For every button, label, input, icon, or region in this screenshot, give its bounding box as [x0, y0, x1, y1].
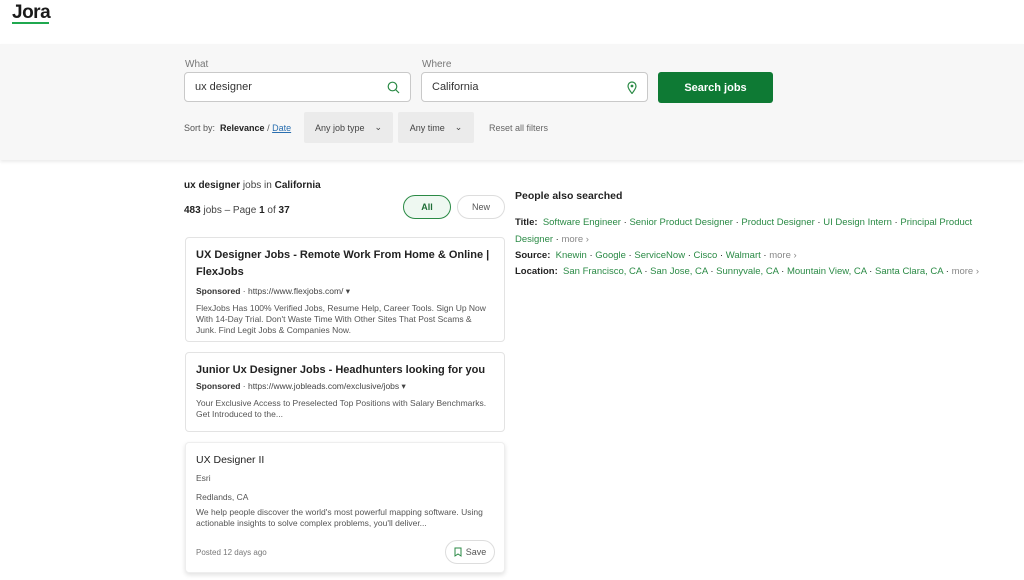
job-type-dropdown[interactable]: Any job type ⌄ [304, 112, 393, 143]
title-link[interactable]: Senior Product Designer [629, 217, 733, 228]
tab-new[interactable]: New [457, 195, 505, 219]
job-type-value: Any job type [314, 122, 365, 133]
job-title[interactable]: UX Designer II [196, 454, 494, 466]
ad-description: FlexJobs Has 100% Verified Jobs, Resume … [196, 303, 486, 335]
more-link[interactable]: more › [769, 250, 796, 261]
where-label: Where [422, 59, 452, 70]
source-link[interactable]: Knewin [556, 250, 587, 261]
search-icon[interactable] [387, 81, 400, 94]
time-value: Any time [409, 122, 445, 133]
sort-separator: / [267, 123, 270, 133]
bookmark-icon [454, 547, 462, 557]
sponsored-card[interactable]: Junior Ux Designer Jobs - Headhunters lo… [185, 352, 505, 432]
job-location: Redlands, CA [196, 492, 249, 502]
location-link[interactable]: Mountain View, CA [787, 266, 867, 277]
sort-date-link[interactable]: Date [272, 123, 291, 133]
where-input[interactable]: California [421, 72, 648, 102]
location-link[interactable]: Sunnyvale, CA [716, 266, 778, 277]
ad-url[interactable]: https://www.flexjobs.com/ [248, 286, 343, 296]
source-link[interactable]: Walmart [726, 250, 761, 261]
sponsored-card[interactable]: UX Designer Jobs - Remote Work From Home… [185, 237, 505, 342]
also-location-row: Location: San Francisco, CA · San Jose, … [515, 266, 980, 277]
job-company: Esri [196, 473, 211, 483]
ad-url[interactable]: https://www.jobleads.com/exclusive/jobs [248, 381, 399, 391]
ad-title[interactable]: UX Designer Jobs - Remote Work From Home… [196, 247, 494, 281]
chevron-down-icon: ⌄ [374, 122, 383, 132]
reset-filters-link[interactable]: Reset all filters [489, 123, 548, 133]
location-link[interactable]: San Francisco, CA [563, 266, 642, 277]
source-link[interactable]: Cisco [694, 250, 718, 261]
ad-title[interactable]: Junior Ux Designer Jobs - Headhunters lo… [196, 362, 494, 379]
sponsored-label: Sponsored [196, 286, 241, 296]
also-title-row: Title: Software Engineer · Senior Produc… [515, 217, 973, 245]
location-pin-icon[interactable] [627, 80, 637, 94]
location-link[interactable]: San Jose, CA [650, 266, 708, 277]
what-label: What [185, 59, 209, 70]
what-input[interactable]: ux designer [184, 72, 411, 102]
more-link[interactable]: more › [952, 266, 979, 277]
location-link[interactable]: Santa Clara, CA [875, 266, 943, 277]
save-button[interactable]: Save [445, 540, 495, 564]
chevron-down-icon: ⌄ [454, 122, 463, 132]
sponsored-label: Sponsored [196, 381, 241, 391]
more-link[interactable]: more › [561, 234, 588, 245]
search-jobs-button[interactable]: Search jobs [658, 72, 773, 103]
title-link[interactable]: UI Design Intern [823, 217, 892, 228]
people-also-searched-heading: People also searched [515, 190, 623, 202]
also-source-row: Source: Knewin · Google · ServiceNow · C… [515, 250, 797, 261]
source-link[interactable]: Google [595, 250, 626, 261]
tab-all[interactable]: All [403, 195, 451, 219]
jora-logo[interactable]: Jora [12, 2, 51, 24]
logo-underline [12, 22, 49, 24]
what-value: ux designer [195, 81, 252, 93]
where-value: California [432, 81, 479, 93]
job-card[interactable]: UX Designer II Esri Redlands, CA We help… [185, 442, 505, 573]
search-panel [0, 44, 1024, 160]
posted-date: Posted 12 days ago [196, 548, 267, 557]
title-link[interactable]: Product Designer [741, 217, 814, 228]
source-link[interactable]: ServiceNow [634, 250, 685, 261]
job-description: We help people discover the world's most… [196, 507, 483, 528]
time-dropdown[interactable]: Any time ⌄ [398, 112, 474, 143]
title-link[interactable]: Software Engineer [543, 217, 621, 228]
sort-label: Sort by: [184, 123, 216, 133]
results-count: 483 jobs – Page 1 of 37 [184, 205, 290, 216]
sort-relevance[interactable]: Relevance [220, 123, 265, 133]
results-heading: ux designer jobs in California [184, 180, 321, 191]
ad-description: Your Exclusive Access to Preselected Top… [196, 398, 487, 419]
sort-by: Sort by: Relevance / Date [184, 123, 291, 133]
